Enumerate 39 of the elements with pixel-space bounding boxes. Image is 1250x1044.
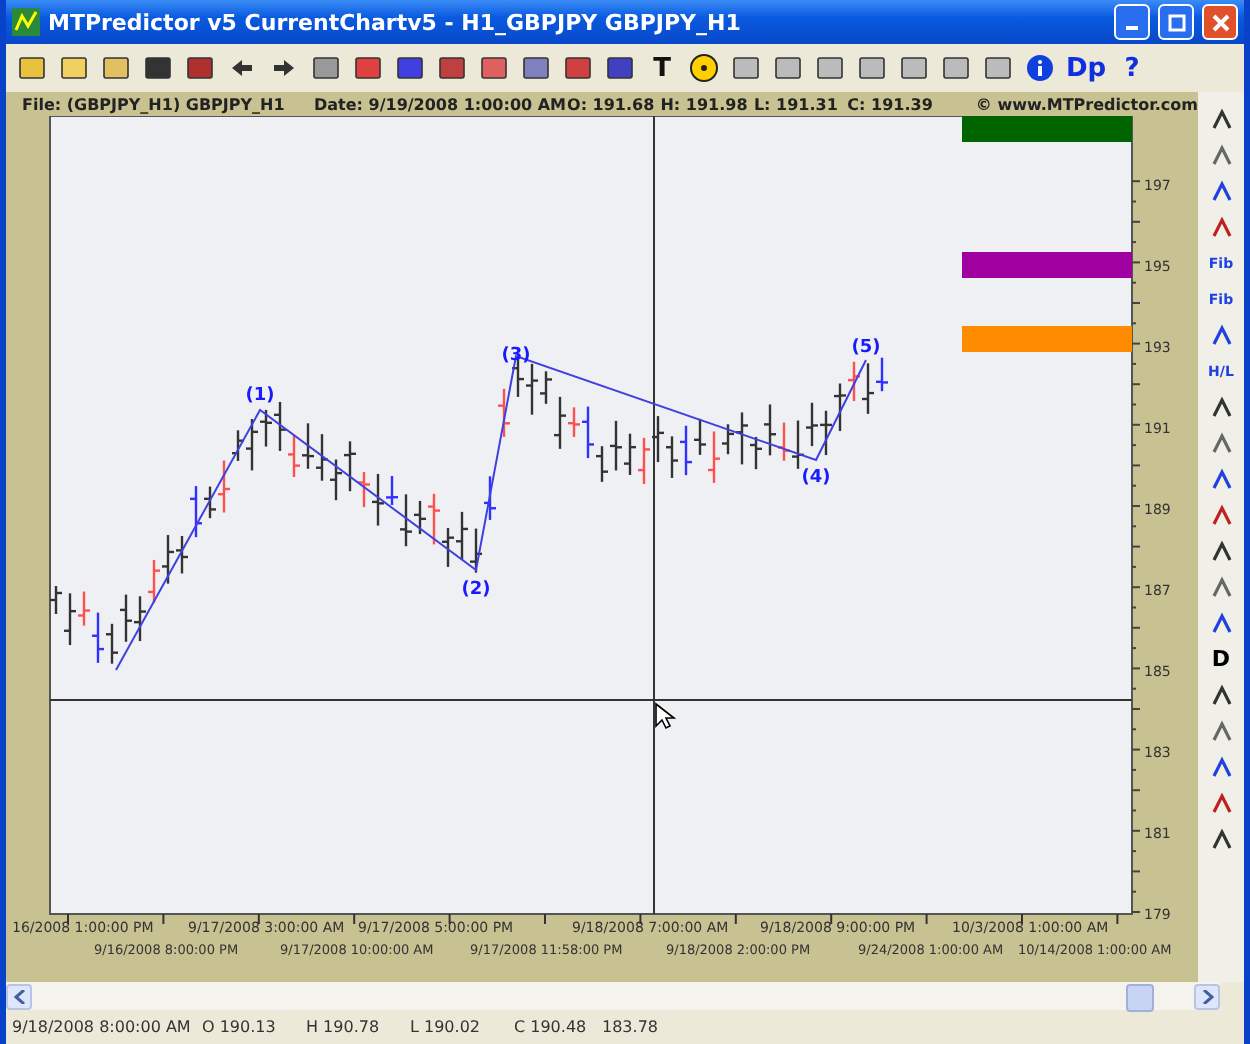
toolbar-button[interactable] <box>1022 50 1058 86</box>
date-label: Date: 9/19/2008 1:00:00 AM <box>313 95 568 113</box>
wave-label: (4) <box>801 468 831 488</box>
scroll-right-button[interactable] <box>1194 983 1220 1009</box>
status-text: L 190.02 <box>410 1018 482 1036</box>
wave-label: (1) <box>245 386 275 406</box>
help-button[interactable]: ? <box>1114 50 1150 86</box>
toolbar-button[interactable] <box>686 50 722 86</box>
window-title: MTPredictor v5 CurrentChartv5 - H1_GBPJPY GBPJPY_H1 <box>48 9 743 35</box>
file-label: File: (GBPJPY_H1) GBPJPY_H1 <box>22 95 287 113</box>
wave-label: (5) <box>851 338 881 358</box>
wave-label: (3) <box>501 346 531 366</box>
back-icon <box>230 58 254 78</box>
info-icon <box>1026 54 1054 82</box>
status-text: C 190.48 <box>514 1018 589 1036</box>
status-text: 9/18/2008 8:00:00 AM <box>12 1018 193 1036</box>
close-icon <box>1211 13 1229 31</box>
maximize-button[interactable] <box>1158 4 1194 40</box>
close-value: C: 191.39 <box>847 95 935 113</box>
toolbar-button[interactable]: Dp <box>1064 50 1108 86</box>
high-value: H: 191.98 <box>660 95 750 113</box>
toolbar-button[interactable]: T <box>644 50 680 86</box>
status-text: O 190.13 <box>202 1018 278 1036</box>
low-value: L: 191.31 <box>753 95 840 113</box>
radiation-icon <box>690 54 718 82</box>
scroll-left-button[interactable] <box>6 983 32 1009</box>
status-text: 183.78 <box>602 1018 660 1036</box>
close-button[interactable] <box>1202 4 1238 40</box>
copyright-text: © www.MTPredictor.com <box>975 95 1198 113</box>
wave-label: (2) <box>461 580 491 600</box>
minimize-button[interactable] <box>1114 4 1150 40</box>
status-text: H 190.78 <box>306 1018 382 1036</box>
maximize-icon <box>1167 13 1185 31</box>
app-icon <box>12 8 40 36</box>
forward-icon <box>272 58 296 78</box>
open-value: O: 191.68 <box>567 95 657 113</box>
toolbar-button[interactable]: D <box>1205 644 1237 674</box>
scroll-thumb[interactable] <box>1126 983 1154 1011</box>
cursor-icon <box>655 702 677 730</box>
